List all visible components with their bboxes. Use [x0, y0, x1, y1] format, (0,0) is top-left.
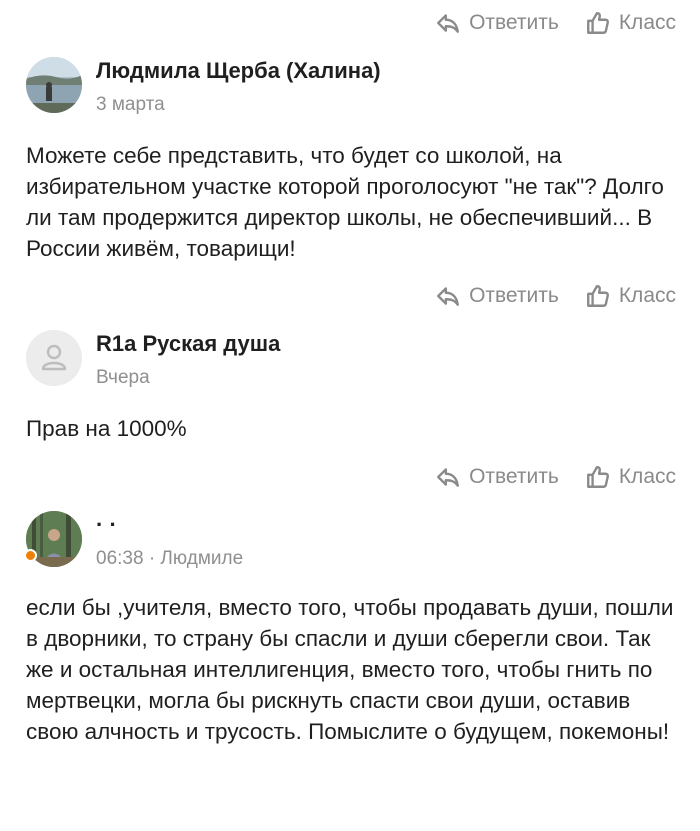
user-placeholder-icon	[26, 330, 82, 386]
thumbs-up-icon	[586, 285, 609, 307]
reply-label: Ответить	[469, 11, 559, 34]
like-button[interactable]: Класс	[585, 464, 676, 490]
reply-to-link[interactable]: · Людмиле	[149, 548, 243, 569]
avatar[interactable]	[26, 330, 82, 386]
avatar-photo-lake-icon	[26, 57, 82, 113]
like-button[interactable]: Класс	[585, 10, 676, 36]
reply-label: Ответить	[469, 284, 559, 307]
thumbs-up-icon	[586, 466, 609, 488]
comment-header: Людмила Щерба (Халина) 3 марта	[26, 57, 381, 117]
reply-icon	[437, 14, 460, 33]
author-name[interactable]: · ·	[96, 511, 243, 539]
author-name[interactable]: R1a Руская душа	[96, 330, 280, 358]
reply-button[interactable]: Ответить	[435, 464, 559, 490]
comment-text: если бы ,учителя, вместо того, чтобы про…	[26, 595, 674, 744]
comment-header: R1a Руская душа Вчера	[26, 330, 280, 390]
thumbs-up-icon	[586, 12, 609, 34]
reply-icon	[437, 468, 460, 487]
comment-text: Можете себе представить, что будет со шк…	[26, 143, 664, 261]
comment-meta: · · 06:38 · Людмиле	[96, 511, 243, 571]
comment-date: 3 марта	[96, 94, 165, 115]
reply-icon	[437, 287, 460, 306]
like-label: Класс	[618, 11, 676, 34]
like-label: Класс	[618, 465, 676, 488]
reply-button[interactable]: Ответить	[435, 283, 559, 309]
comment-date: Вчера	[96, 367, 150, 388]
like-button[interactable]: Класс	[585, 283, 676, 309]
avatar-wrapper	[24, 511, 82, 567]
comment-header: · · 06:38 · Людмиле	[24, 511, 243, 571]
online-status-dot	[24, 549, 37, 562]
comment-text: Прав на 1000%	[26, 416, 187, 441]
comment-actions-top: Ответить Класс	[435, 10, 676, 36]
comment-meta: R1a Руская душа Вчера	[96, 330, 280, 390]
reply-label: Ответить	[469, 465, 559, 488]
comment-actions: Ответить Класс	[435, 283, 676, 309]
comment-meta: Людмила Щерба (Халина) 3 марта	[96, 57, 381, 117]
comment-date-line: 06:38 · Людмиле	[96, 547, 243, 571]
like-label: Класс	[618, 284, 676, 307]
comment-date: 06:38	[96, 548, 144, 569]
reply-button[interactable]: Ответить	[435, 10, 559, 36]
avatar[interactable]	[26, 57, 82, 113]
comment-actions: Ответить Класс	[435, 464, 676, 490]
author-name[interactable]: Людмила Щерба (Халина)	[96, 57, 381, 85]
